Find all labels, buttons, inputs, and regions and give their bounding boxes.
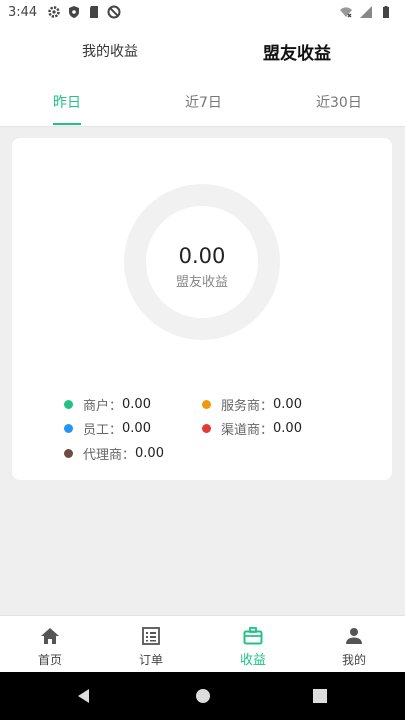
total-value: 0.00: [178, 244, 226, 268]
legend-label: 代理商：: [83, 448, 136, 463]
legend-value: 0.00: [135, 446, 164, 461]
legend-dot-merchant: [64, 400, 73, 409]
nav-earnings-label: 收益: [239, 653, 266, 668]
nav-me-label: 我的: [341, 653, 366, 667]
period-tabs: 昨日 近7日 近30日: [0, 76, 405, 127]
legend-value: 0.00: [273, 421, 302, 436]
legend-staff: 员工： 0.00: [64, 419, 151, 438]
tab-ally-earnings[interactable]: 盟友收益: [263, 39, 331, 64]
nav-home[interactable]: 首页: [0, 616, 100, 673]
legend-channel: 渠道商： 0.00: [202, 419, 302, 438]
person-icon: [346, 628, 362, 644]
legend-dot-agent: [64, 449, 73, 458]
legend-dot-channel: [202, 424, 211, 433]
legend-value: 0.00: [273, 397, 302, 412]
total-label: 盟友收益: [175, 275, 228, 290]
sd-card-icon: [90, 6, 99, 18]
nav-home-label: 首页: [37, 653, 62, 667]
legend-label: 员工：: [83, 423, 123, 438]
legend-label: 渠道商：: [221, 423, 274, 438]
bottom-nav: 首页 订单 收益 我的: [0, 615, 405, 673]
nav-orders[interactable]: 订单: [101, 616, 201, 673]
legend-service-provider: 服务商： 0.00: [202, 395, 302, 414]
settings-icon: [48, 6, 60, 18]
status-bar: 3:44: [0, 0, 405, 24]
home-icon: [41, 628, 59, 644]
legend-dot-staff: [64, 424, 73, 433]
tab-yesterday[interactable]: 昨日: [53, 92, 81, 112]
battery-icon: [383, 6, 389, 18]
nav-me[interactable]: 我的: [304, 616, 404, 673]
tab-last-7-days[interactable]: 近7日: [185, 92, 222, 112]
status-time: 3:44: [8, 4, 38, 20]
recents-icon[interactable]: [312, 688, 328, 704]
legend-value: 0.00: [122, 421, 151, 436]
nav-orders-label: 订单: [138, 653, 163, 667]
legend-value: 0.00: [122, 397, 151, 412]
nav-earnings[interactable]: 收益: [203, 616, 303, 673]
status-icons: [47, 5, 121, 19]
legend-merchant: 商户： 0.00: [64, 395, 151, 414]
legend-agent: 代理商： 0.00: [64, 444, 164, 463]
active-tab-indicator: [53, 123, 81, 125]
shield-icon: [69, 6, 80, 18]
signal-icon: [360, 6, 372, 18]
do-not-disturb-icon: [107, 5, 121, 19]
earnings-card: 0.00 盟友收益 商户： 0.00 服务商： 0.00 员工： 0.00 渠道…: [12, 138, 392, 480]
legend-dot-service-provider: [202, 400, 211, 409]
wifi-icon: [340, 7, 352, 18]
system-nav-bar: [0, 672, 405, 720]
back-icon[interactable]: [76, 688, 92, 704]
status-right-icons: [339, 5, 393, 19]
header: 我的收益 盟友收益: [0, 24, 405, 76]
home-circle-icon[interactable]: [195, 688, 211, 704]
tab-last-30-days[interactable]: 近30日: [316, 92, 362, 112]
briefcase-icon: [243, 627, 263, 645]
legend-label: 服务商：: [221, 399, 274, 414]
order-list-icon: [142, 627, 160, 645]
tab-my-earnings[interactable]: 我的收益: [82, 41, 138, 61]
legend-label: 商户：: [83, 399, 123, 414]
